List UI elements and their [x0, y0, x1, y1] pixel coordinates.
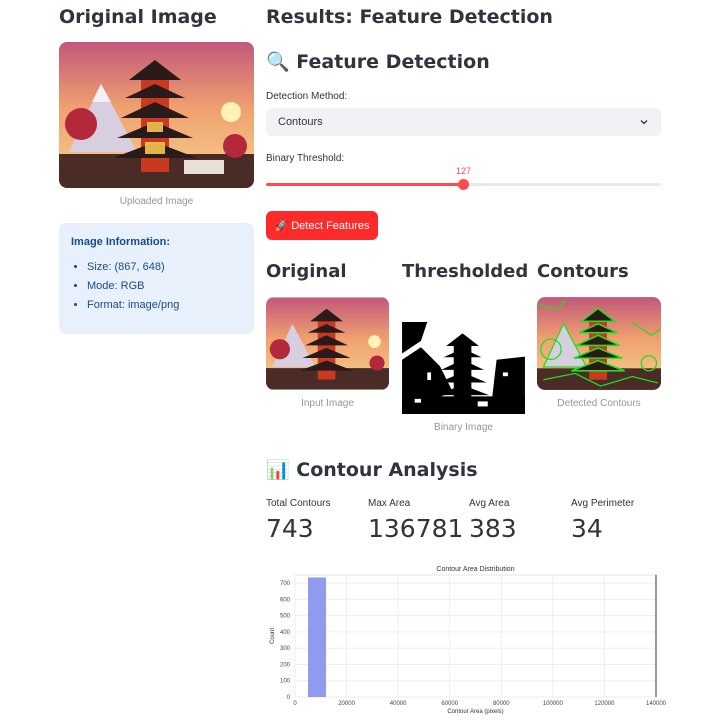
contour-area-chart: 0 20000 40000 60000 80000 100000 120000 140000 0… — [266, 560, 667, 720]
info-title: Image Information: — [71, 236, 171, 248]
chart-x-tick-label: 40000 — [390, 701, 407, 707]
chevron-down-icon — [640, 120, 648, 125]
chart-x-axis-label: Contour Area (pixels) — [447, 709, 503, 715]
contours-image-caption: Detected Contours — [557, 398, 641, 409]
chart-x-tick-label: 60000 — [441, 701, 458, 707]
chart-y-tick-label: 100 — [280, 679, 291, 685]
binary-image — [402, 322, 525, 414]
feature-detection-title: 🔍 Feature Detection — [266, 51, 490, 73]
chart-x-tick-label: 0 — [293, 701, 297, 707]
detect-features-button[interactable]: 🚀 Detect Features — [266, 211, 378, 240]
thresholded-column-title: Thresholded — [402, 261, 529, 282]
metric-label-avg-perimeter: Avg Perimeter — [571, 498, 635, 509]
chart-x-tick-label: 80000 — [493, 701, 510, 707]
pagoda-image — [59, 42, 254, 188]
chart-x-tick-label: 100000 — [543, 701, 564, 707]
results-heading: Results: Feature Detection — [266, 6, 553, 28]
threshold-label: Binary Threshold: — [266, 153, 345, 164]
metric-value-avg-perimeter: 34 — [571, 514, 603, 543]
chart-x-tick-label: 140000 — [646, 701, 666, 707]
contours-column-title: Contours — [537, 261, 629, 282]
image-info-box: Image Information: Size: (867, 648) Mode… — [59, 223, 254, 334]
chart-x-tick-label: 20000 — [338, 701, 355, 707]
info-format: Format: image/png — [87, 299, 179, 311]
metric-label-max-area: Max Area — [368, 498, 411, 509]
threshold-slider-fill — [266, 183, 464, 186]
metric-value-max-area: 136781 — [368, 514, 464, 543]
info-size: Size: (867, 648) — [87, 261, 179, 273]
detection-method-value: Contours — [278, 116, 323, 128]
metric-label-total: Total Contours — [266, 498, 331, 509]
chart-y-tick-label: 500 — [280, 614, 291, 620]
chart-y-tick-label: 300 — [280, 646, 291, 652]
chart-plot-area — [294, 574, 657, 698]
chart-y-tick-label: 400 — [280, 630, 291, 636]
original-image-heading: Original Image — [59, 6, 217, 28]
info-list: Size: (867, 648) Mode: RGB Format: image… — [71, 261, 179, 318]
threshold-slider-thumb[interactable] — [458, 179, 469, 190]
contours-image — [537, 297, 661, 390]
chart-title: Contour Area Distribution — [436, 566, 514, 573]
chart-y-axis-label: Count — [270, 628, 276, 644]
input-image — [266, 297, 389, 390]
chart-y-tick-label: 200 — [280, 662, 291, 668]
method-label: Detection Method: — [266, 91, 348, 102]
uploaded-image — [59, 42, 254, 188]
threshold-value: 127 — [455, 166, 472, 176]
info-mode: Mode: RGB — [87, 280, 179, 292]
input-image-caption: Input Image — [301, 398, 354, 409]
uploaded-image-caption: Uploaded Image — [119, 196, 194, 207]
original-column-title: Original — [266, 261, 347, 282]
chart-bar — [308, 577, 327, 697]
chart-y-tick-label: 700 — [280, 581, 291, 587]
chart-svg: 0 20000 40000 60000 80000 100000 120000 140000 0… — [270, 566, 667, 715]
chart-y-tick-label: 0 — [287, 695, 291, 701]
detection-method-select[interactable]: Contours — [266, 108, 661, 136]
metric-value-total: 743 — [266, 514, 314, 543]
contour-analysis-title: 📊 Contour Analysis — [266, 459, 478, 481]
chart-x-tick-label: 120000 — [594, 701, 615, 707]
metric-label-avg-area: Avg Area — [469, 498, 510, 509]
binary-image-caption: Binary Image — [434, 422, 493, 433]
metric-value-avg-area: 383 — [469, 514, 517, 543]
chart-y-tick-label: 600 — [280, 597, 291, 603]
